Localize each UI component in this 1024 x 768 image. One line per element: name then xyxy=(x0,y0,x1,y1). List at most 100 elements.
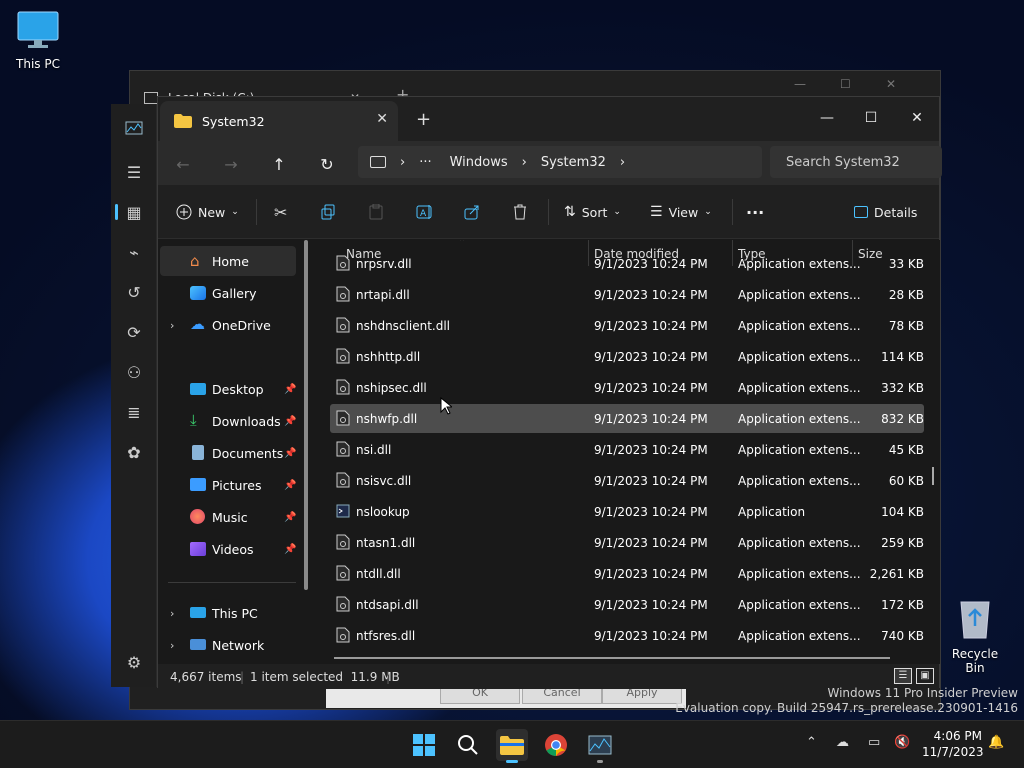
nav-item-network[interactable]: › Network xyxy=(160,630,296,660)
network-monitor-icon[interactable]: ▭ xyxy=(868,735,880,750)
details-pane-button[interactable]: Details xyxy=(854,201,917,223)
nav-item-music[interactable]: Music 📌 xyxy=(160,502,296,532)
chevron-right-icon[interactable]: › xyxy=(170,607,174,620)
new-button[interactable]: New ⌄ xyxy=(176,201,239,223)
minimize-button[interactable]: — xyxy=(804,103,850,133)
start-button[interactable] xyxy=(408,729,440,761)
file-row[interactable]: nsi.dll 9/1/2023 10:24 PM Application exte… xyxy=(330,435,924,464)
chevron-right-icon[interactable]: › xyxy=(170,639,174,652)
search-button[interactable] xyxy=(452,729,484,761)
copy-button[interactable] xyxy=(320,201,336,223)
search-input[interactable]: Search System32 xyxy=(770,146,942,178)
performance-icon[interactable]: ⌁ xyxy=(124,242,144,262)
horizontal-scrollbar[interactable] xyxy=(334,657,890,659)
tab-close-icon[interactable]: ✕ xyxy=(376,111,388,127)
file-row[interactable]: ntasn1.dll 9/1/2023 10:24 PM Application e… xyxy=(330,528,924,557)
share-button[interactable] xyxy=(464,201,480,223)
pin-icon[interactable]: 📌 xyxy=(284,416,296,427)
startup-icon[interactable]: ⟳ xyxy=(124,322,144,342)
details-view-icon[interactable]: ☰ xyxy=(894,668,912,684)
details-list-icon[interactable]: ≣ xyxy=(124,402,144,422)
nav-scrollbar[interactable] xyxy=(304,240,308,590)
maximize-icon[interactable]: ☐ xyxy=(840,77,851,91)
nav-item-pictures[interactable]: Pictures 📌 xyxy=(160,470,296,500)
maximize-button[interactable]: ☐ xyxy=(848,103,894,133)
desktop-icon-recycle-bin[interactable]: Recycle Bin xyxy=(942,596,1008,675)
history-icon[interactable]: ↺ xyxy=(124,282,144,302)
file-size: 33 KB xyxy=(888,257,924,271)
nav-item-home[interactable]: ⌂ Home xyxy=(160,246,296,276)
pin-icon[interactable]: 📌 xyxy=(284,384,296,395)
performance-chart-icon[interactable] xyxy=(124,118,144,138)
breadcrumb-windows[interactable]: Windows xyxy=(450,155,508,170)
pin-icon[interactable]: 📌 xyxy=(284,512,296,523)
file-row[interactable]: nshhttp.dll 9/1/2023 10:24 PM Application … xyxy=(330,342,924,371)
file-row[interactable]: nrtapi.dll 9/1/2023 10:24 PM Application e… xyxy=(330,280,924,309)
file-row[interactable]: nrpsrv.dll 9/1/2023 10:24 PM Application e… xyxy=(330,249,924,278)
breadcrumb-more[interactable]: ··· xyxy=(419,155,431,170)
more-options-button[interactable]: ··· xyxy=(746,201,764,223)
nav-item-desktop[interactable]: Desktop 📌 xyxy=(160,374,296,404)
notification-bell-icon[interactable]: 🔔 xyxy=(988,735,1004,750)
cut-button[interactable]: ✂ xyxy=(274,201,287,223)
pictures-icon xyxy=(190,478,206,491)
chevron-up-icon[interactable]: ⌃ xyxy=(806,735,817,750)
processes-icon[interactable]: ▦ xyxy=(124,202,144,222)
nav-item-gallery[interactable]: Gallery xyxy=(160,278,296,308)
close-button[interactable]: ✕ xyxy=(894,103,940,133)
chevron-right-icon[interactable]: › xyxy=(170,319,174,332)
settings-gear-icon[interactable]: ⚙ xyxy=(124,652,144,672)
new-tab-button[interactable]: + xyxy=(416,109,431,130)
file-row[interactable]: nslookup 9/1/2023 10:24 PM Application 104 … xyxy=(330,497,924,526)
explorer-window[interactable]: System32 ✕ + — ☐ ✕ ← → ↑ ↻ › ··· Windows… xyxy=(157,96,942,689)
nav-item-videos[interactable]: Videos 📌 xyxy=(160,534,296,564)
users-icon[interactable]: ⚇ xyxy=(124,362,144,382)
close-icon[interactable]: ✕ xyxy=(886,77,896,91)
dll-file-icon xyxy=(336,596,350,612)
back-arrow-icon[interactable]: ← xyxy=(172,153,194,175)
refresh-icon[interactable]: ↻ xyxy=(316,153,338,175)
minimize-icon[interactable]: — xyxy=(794,77,806,91)
nav-item-downloads[interactable]: ⤓ Downloads 📌 xyxy=(160,406,296,436)
file-name: nrpsrv.dll xyxy=(356,257,412,271)
file-row[interactable]: ntfsres.dll 9/1/2023 10:24 PM Application … xyxy=(330,621,924,650)
nav-item-this-pc[interactable]: › This PC xyxy=(160,598,296,628)
file-row[interactable]: ntdll.dll 9/1/2023 10:24 PM Application ex… xyxy=(330,559,924,588)
services-icon[interactable]: ✿ xyxy=(124,442,144,462)
active-indicator xyxy=(115,204,118,220)
chrome-taskbar-button[interactable] xyxy=(540,729,572,761)
up-arrow-icon[interactable]: ↑ xyxy=(268,153,290,175)
pin-icon[interactable]: 📌 xyxy=(284,448,296,459)
breadcrumb-system32[interactable]: System32 xyxy=(541,155,606,170)
hamburger-icon[interactable]: ☰ xyxy=(124,162,144,182)
desktop-icon-this-pc[interactable]: This PC xyxy=(6,10,70,71)
file-explorer-taskbar-button[interactable] xyxy=(496,729,528,763)
file-row[interactable]: nshwfp.dll 9/1/2023 10:24 PM Application e… xyxy=(330,404,924,433)
rename-button[interactable]: A xyxy=(416,201,434,223)
task-manager-taskbar-button[interactable] xyxy=(584,729,616,763)
address-bar[interactable]: › ··· Windows › System32 › xyxy=(358,146,762,178)
pin-icon[interactable]: 📌 xyxy=(284,544,296,555)
file-row[interactable]: nsisvc.dll 9/1/2023 10:24 PM Application e… xyxy=(330,466,924,495)
view-button[interactable]: ☰ View ⌄ xyxy=(650,201,712,223)
nav-item-onedrive[interactable]: › ☁ OneDrive xyxy=(160,310,296,340)
paste-button[interactable] xyxy=(368,201,384,223)
file-row[interactable]: ntdsapi.dll 9/1/2023 10:24 PM Application … xyxy=(330,590,924,619)
file-row[interactable]: nshdnsclient.dll 9/1/2023 10:24 PM Applica… xyxy=(330,311,924,340)
pin-icon[interactable]: 📌 xyxy=(284,480,296,491)
clock[interactable]: 4:06 PM 11/7/2023 xyxy=(922,728,984,760)
onedrive-cloud-icon[interactable]: ☁ xyxy=(836,735,849,750)
file-name: nsisvc.dll xyxy=(356,474,412,488)
nav-item-documents[interactable]: Documents 📌 xyxy=(160,438,296,468)
forward-arrow-icon[interactable]: → xyxy=(220,153,242,175)
tiles-view-icon[interactable]: ▣ xyxy=(916,668,934,684)
sort-button[interactable]: ⇅ Sort ⌄ xyxy=(564,201,621,223)
chevron-right-icon[interactable]: › xyxy=(620,155,625,170)
navigation-pane: ⌂ Home Gallery › ☁ OneDrive Desktop 📌 ⤓ … xyxy=(158,240,314,664)
file-row[interactable]: nshipsec.dll 9/1/2023 10:24 PM Application… xyxy=(330,373,924,402)
vertical-scrollbar-thumb[interactable] xyxy=(932,467,934,485)
volume-mute-icon[interactable]: 🔇 xyxy=(894,735,910,750)
delete-button[interactable] xyxy=(512,201,528,223)
chevron-right-icon: › xyxy=(521,154,527,170)
tab-system32[interactable]: System32 ✕ xyxy=(160,101,398,141)
